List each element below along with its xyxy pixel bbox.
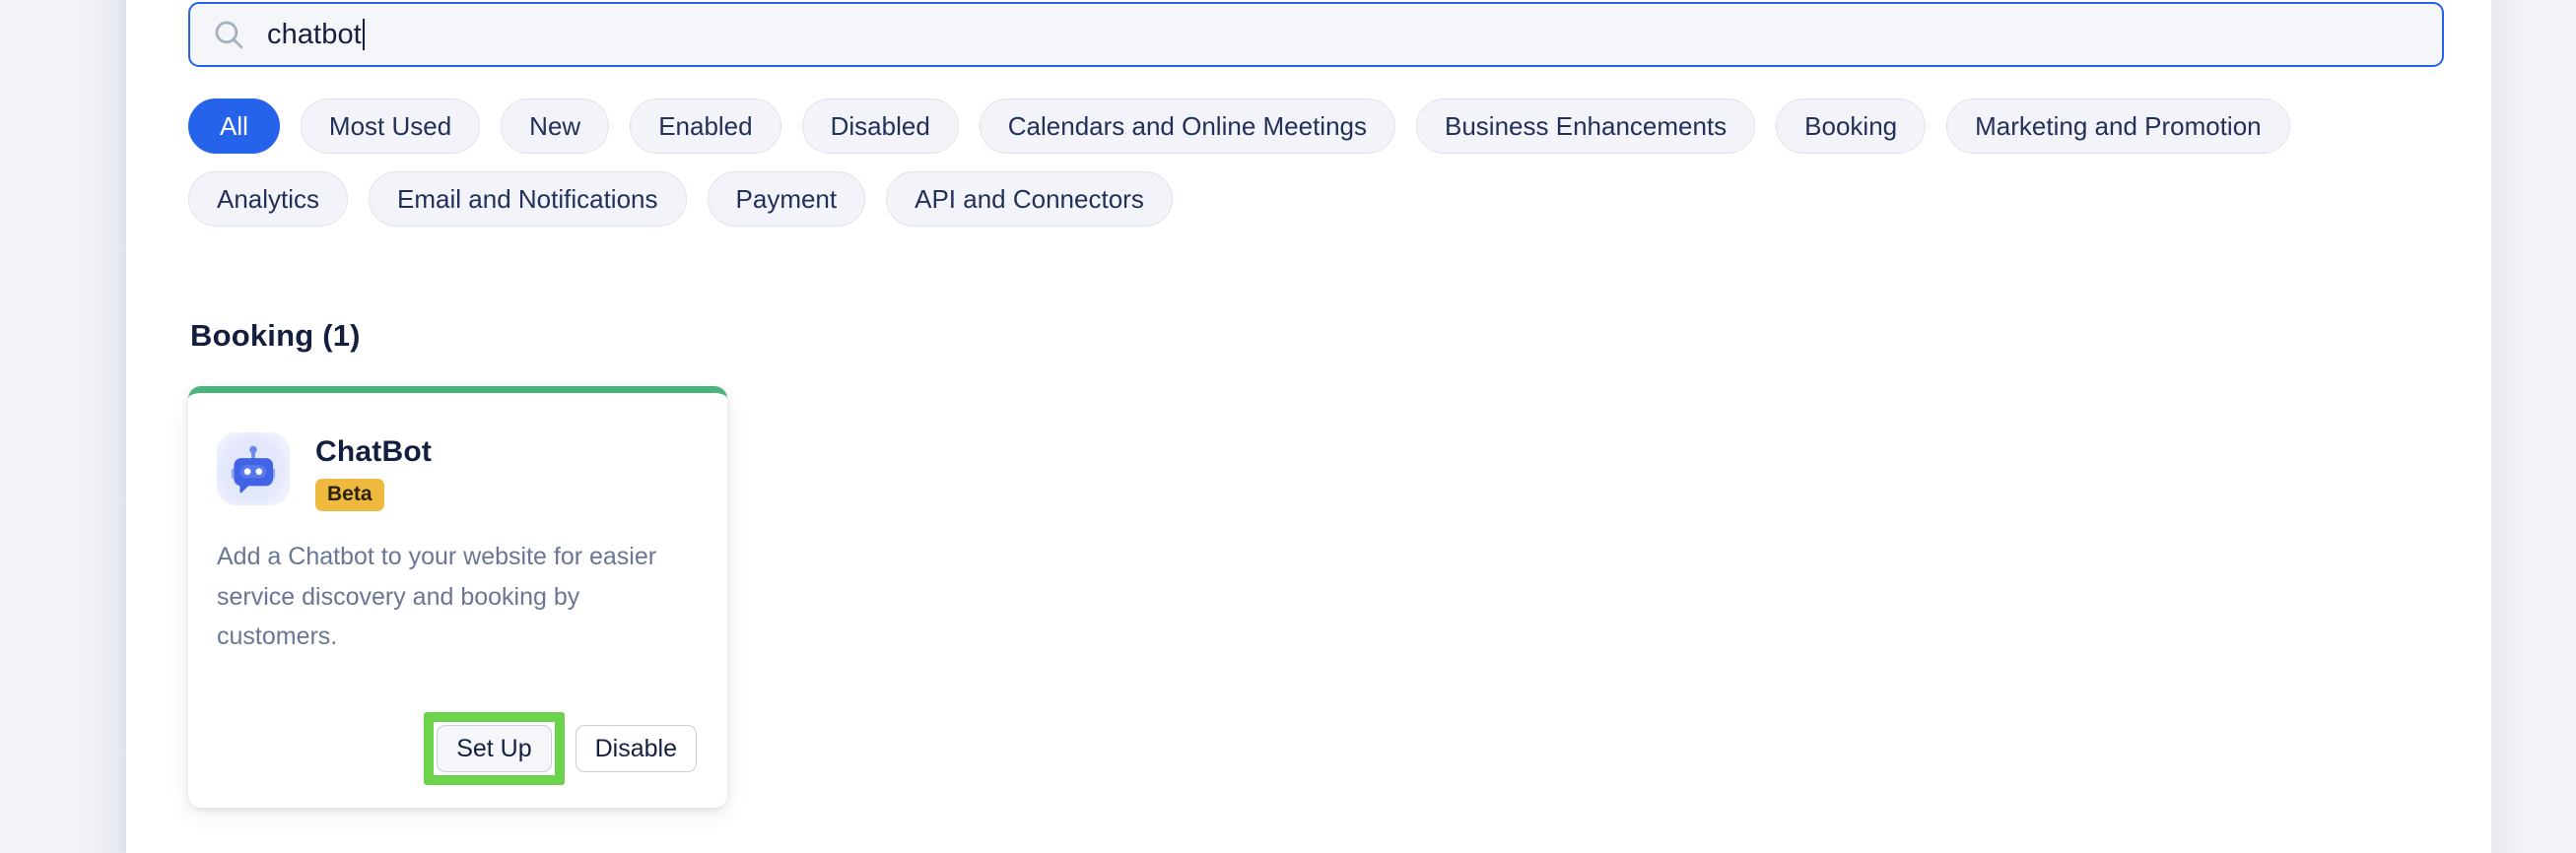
page-background-right bbox=[2491, 0, 2576, 853]
search-icon bbox=[212, 18, 245, 51]
action-highlight-annotation: Set Up bbox=[424, 712, 565, 785]
filter-chip-booking[interactable]: Booking bbox=[1776, 98, 1927, 154]
app-card-chatbot[interactable]: ChatBot Beta Add a Chatbot to your websi… bbox=[188, 386, 727, 808]
filter-chip-payment[interactable]: Payment bbox=[707, 171, 866, 227]
filter-chip-new[interactable]: New bbox=[501, 98, 610, 154]
filter-chip-marketing-and-promotion[interactable]: Marketing and Promotion bbox=[1946, 98, 2290, 154]
set-up-button[interactable]: Set Up bbox=[437, 725, 552, 772]
search-field[interactable]: chatbot bbox=[188, 2, 2444, 67]
filter-chip-enabled[interactable]: Enabled bbox=[630, 98, 781, 154]
filter-chip-email-and-notifications[interactable]: Email and Notifications bbox=[369, 171, 687, 227]
chatbot-robot-icon bbox=[228, 443, 279, 494]
app-card-title-block: ChatBot Beta bbox=[315, 432, 433, 512]
filter-chip-most-used[interactable]: Most Used bbox=[300, 98, 481, 154]
app-card-title: ChatBot bbox=[315, 435, 433, 468]
disable-button[interactable]: Disable bbox=[575, 725, 697, 772]
filter-chip-row: All Most Used New Enabled Disabled Calen… bbox=[188, 98, 2455, 227]
section-heading-booking: Booking (1) bbox=[190, 318, 361, 353]
filter-chip-calendars-and-online-meetings[interactable]: Calendars and Online Meetings bbox=[979, 98, 1395, 154]
page-background-left bbox=[0, 0, 126, 853]
search-input-value: chatbot bbox=[267, 18, 362, 50]
app-icon-tile bbox=[217, 432, 290, 505]
search-input-text[interactable]: chatbot bbox=[267, 4, 365, 65]
app-root: chatbot All Most Used New Enabled Disabl… bbox=[0, 0, 2576, 853]
app-card-description: Add a Chatbot to your website for easier… bbox=[217, 543, 657, 651]
text-caret bbox=[362, 19, 365, 50]
filter-chip-business-enhancements[interactable]: Business Enhancements bbox=[1416, 98, 1756, 154]
filter-chip-api-and-connectors[interactable]: API and Connectors bbox=[886, 171, 1173, 227]
filter-chip-all[interactable]: All bbox=[188, 98, 280, 154]
app-card-header: ChatBot Beta bbox=[188, 393, 727, 512]
filter-chip-disabled[interactable]: Disabled bbox=[801, 98, 959, 154]
app-card-actions: Set Up Disable bbox=[188, 689, 727, 808]
filter-chip-analytics[interactable]: Analytics bbox=[188, 171, 349, 227]
status-badge-beta: Beta bbox=[315, 479, 384, 512]
